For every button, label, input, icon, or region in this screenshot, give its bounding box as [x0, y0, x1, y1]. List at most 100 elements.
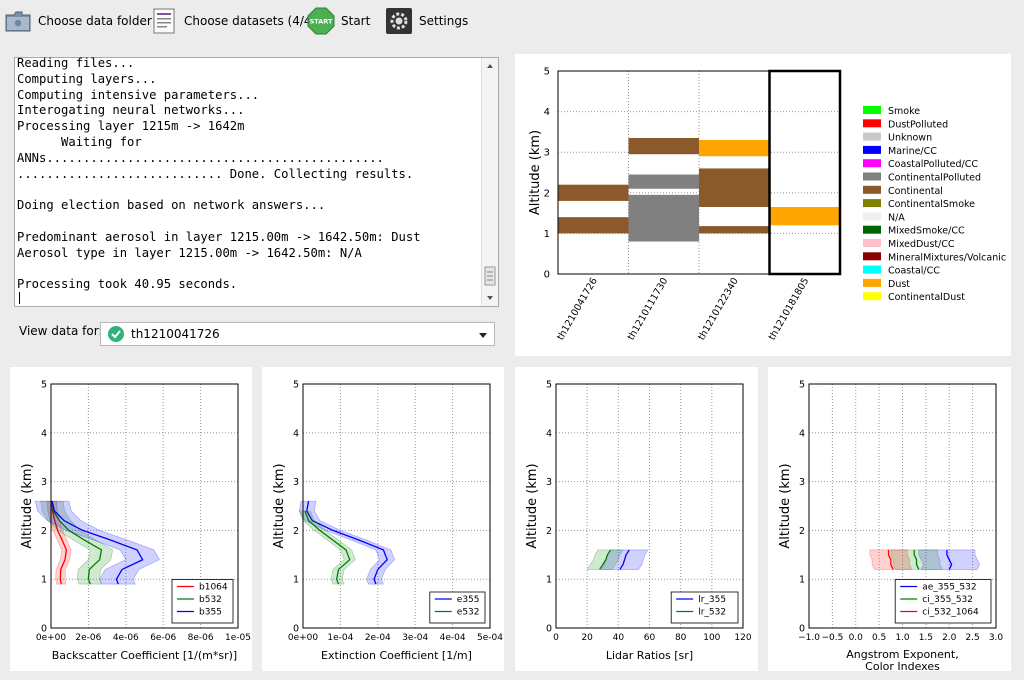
y-axis-label: Altitude (km)	[778, 463, 793, 548]
x-tick-label: 0.5	[872, 633, 886, 643]
x-tick-label: 0e+00	[36, 633, 67, 643]
scroll-up-arrow-icon[interactable]	[487, 64, 493, 68]
y-tick-label: 1	[544, 229, 550, 240]
layer-bar	[558, 184, 629, 201]
x-tick-label: 1e-05	[225, 633, 251, 643]
y-tick-label: 5	[546, 380, 552, 391]
x-tick-label: 4e-04	[440, 633, 466, 643]
legend-swatch	[863, 172, 881, 181]
angstrom-chart-panel: 0 1 2 3 4 5 −1.0 −0.5 0.0 0.5 1.0 1.5 2.0 2.5 3.0 Altit…	[768, 367, 1011, 673]
y-tick-label: 3	[293, 477, 299, 488]
console-line: ............................ Done. Colle…	[17, 166, 414, 181]
x-tick-label: 3.0	[989, 633, 1004, 643]
x-tick-label: 20	[581, 633, 593, 643]
y-tick-label: 5	[41, 380, 47, 391]
legend-label: CoastalPolluted/CC	[888, 159, 978, 170]
legend-label: Marine/CC	[888, 146, 937, 157]
x-tick-label: 4e-06	[113, 633, 139, 643]
legend-label: N/A	[888, 212, 905, 223]
scroll-down-arrow-icon[interactable]	[487, 296, 493, 300]
start-button[interactable]: START Start	[307, 6, 370, 36]
legend-swatch	[863, 239, 881, 247]
x-tick-label: 8e-06	[188, 633, 214, 643]
legend-label: MixedDust/CC	[888, 239, 955, 250]
settings-button[interactable]: Settings	[385, 6, 468, 36]
legend-swatch	[863, 292, 881, 301]
x-tick-label: −1.0	[798, 633, 820, 643]
y-tick-label: 1	[41, 575, 47, 586]
x-tick-label: 80	[675, 633, 687, 643]
console-line: Waiting for	[17, 134, 142, 149]
y-tick-label: 2	[41, 526, 47, 537]
y-tick-label: 4	[799, 428, 805, 439]
console-line: Reading files...	[17, 56, 135, 70]
legend-swatch	[863, 145, 881, 154]
y-tick-label: 2	[544, 188, 550, 199]
y-tick-label: 3	[544, 148, 550, 159]
text-caret	[19, 292, 20, 304]
choose-data-folder-label: Choose data folder	[38, 14, 152, 28]
legend-swatch	[863, 119, 881, 128]
layer-bar	[628, 194, 699, 242]
layer-bar	[699, 140, 770, 157]
x-tick-label: 0.0	[849, 633, 864, 643]
y-tick-label: 3	[41, 477, 47, 488]
choose-data-folder-button[interactable]: Choose data folder	[4, 6, 152, 36]
chevron-down-icon[interactable]	[478, 330, 488, 340]
y-tick-label: 1	[546, 575, 552, 586]
y-axis-label: Altitude (km)	[20, 463, 35, 548]
legend-label: ci_355_532	[922, 595, 973, 605]
y-tick-label: 5	[799, 380, 805, 391]
x-axis-label: Backscatter Coefficient [1/(m*sr)]	[52, 649, 237, 662]
x-tick-label: 2.5	[965, 633, 979, 643]
choose-datasets-button[interactable]: Choose datasets (4/4)	[150, 6, 316, 36]
y-tick-label: 4	[546, 428, 552, 439]
layer-bar	[628, 174, 699, 189]
legend-label: b532	[199, 595, 222, 605]
legend-swatch	[863, 199, 881, 208]
legend-label: e355	[457, 595, 480, 605]
y-tick-label: 4	[544, 107, 550, 118]
legend-swatch	[863, 106, 881, 114]
check-circle-icon	[108, 326, 124, 342]
y-tick-label: 3	[799, 477, 805, 488]
layer-bar	[699, 168, 770, 208]
layer-bar	[628, 137, 699, 155]
x-tick-label: −0.5	[821, 633, 843, 643]
console-line: Processing layer 1215m -> 1642m	[17, 119, 245, 134]
legend-label: ae_355_532	[922, 583, 976, 593]
console-line: Computing intensive parameters...	[17, 87, 260, 102]
x-tick-label: 2e-04	[365, 633, 391, 643]
legend-swatch	[863, 212, 881, 221]
x-tick-label: 120	[734, 633, 751, 643]
legend-swatch	[863, 252, 881, 261]
category-label: th1210181805	[767, 276, 812, 342]
x-tick-label: 1.0	[895, 633, 910, 643]
console-line: ANNs....................................…	[17, 150, 384, 165]
y-tick-label: 1	[293, 575, 299, 586]
dataset-select[interactable]: th1210041726	[100, 322, 495, 346]
legend-label: e532	[457, 608, 480, 618]
console-line: Computing layers...	[17, 71, 157, 86]
toolbar: Choose data folder Choose datasets (4/4)…	[0, 0, 1024, 42]
console-scrollbar[interactable]	[481, 58, 498, 306]
y-axis-label: Altitude (km)	[528, 130, 543, 215]
x-axis-label: Lidar Ratios [sr]	[606, 649, 693, 662]
legend-swatch	[863, 132, 881, 141]
x-tick-label: 0	[553, 633, 559, 643]
x-tick-label: 6e-06	[150, 633, 176, 643]
console-line: Doing election based on network answers.…	[17, 198, 326, 213]
x-axis-label: Extinction Coefficient [1/m]	[321, 649, 472, 662]
console-line: Processing took 40.95 seconds.	[17, 277, 238, 292]
y-tick-label: 0	[544, 270, 550, 281]
y-axis-label: Altitude (km)	[525, 463, 540, 548]
extinction-chart: 0123450e+00 1e-04 2e-04 3e-04 4e-04 5e-04Alti…	[272, 380, 503, 663]
console-line: Predominant aerosol in layer 1215.00m ->…	[17, 229, 421, 244]
console-output[interactable]: Reading files... Computing layers... Compu…	[14, 56, 499, 307]
category-label: th1210111730	[626, 276, 671, 342]
legend-label: ContinentalSmoke	[888, 199, 975, 210]
